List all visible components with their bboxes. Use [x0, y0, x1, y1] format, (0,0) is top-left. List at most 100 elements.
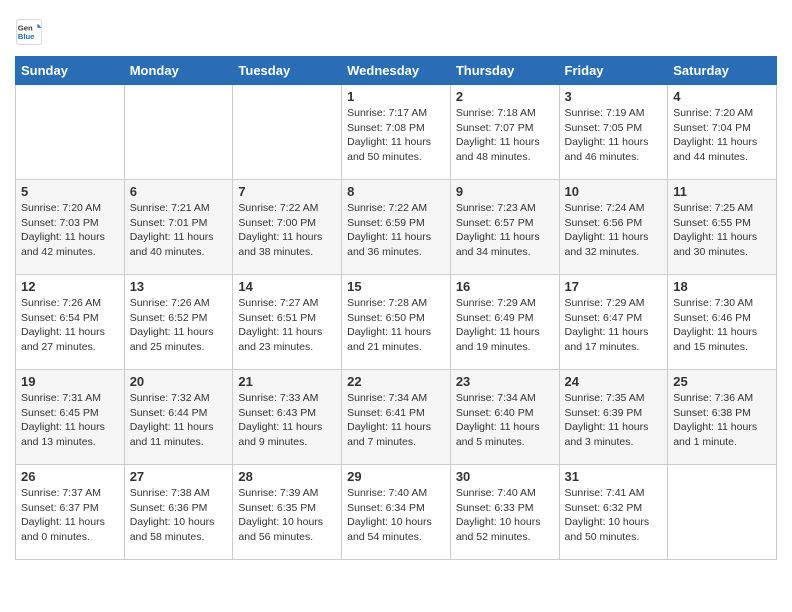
- day-number: 22: [347, 374, 445, 389]
- day-info: Sunrise: 7:36 AM Sunset: 6:38 PM Dayligh…: [673, 391, 771, 450]
- calendar-cell: 25 Sunrise: 7:36 AM Sunset: 6:38 PM Dayli…: [668, 370, 777, 465]
- calendar-cell: 10 Sunrise: 7:24 AM Sunset: 6:56 PM Dayli…: [559, 180, 668, 275]
- calendar-cell: 12 Sunrise: 7:26 AM Sunset: 6:54 PM Dayli…: [16, 275, 125, 370]
- svg-text:Gen: Gen: [18, 24, 33, 33]
- day-info: Sunrise: 7:35 AM Sunset: 6:39 PM Dayligh…: [565, 391, 663, 450]
- calendar-cell: 28 Sunrise: 7:39 AM Sunset: 6:35 PM Dayli…: [233, 465, 342, 560]
- day-number: 29: [347, 469, 445, 484]
- svg-text:Blue: Blue: [18, 32, 35, 41]
- calendar-cell: 21 Sunrise: 7:33 AM Sunset: 6:43 PM Dayli…: [233, 370, 342, 465]
- day-info: Sunrise: 7:20 AM Sunset: 7:04 PM Dayligh…: [673, 106, 771, 165]
- day-info: Sunrise: 7:20 AM Sunset: 7:03 PM Dayligh…: [21, 201, 119, 260]
- day-info: Sunrise: 7:19 AM Sunset: 7:05 PM Dayligh…: [565, 106, 663, 165]
- calendar-cell: 9 Sunrise: 7:23 AM Sunset: 6:57 PM Daylig…: [450, 180, 559, 275]
- calendar-cell: 14 Sunrise: 7:27 AM Sunset: 6:51 PM Dayli…: [233, 275, 342, 370]
- day-info: Sunrise: 7:38 AM Sunset: 6:36 PM Dayligh…: [130, 486, 228, 545]
- day-info: Sunrise: 7:23 AM Sunset: 6:57 PM Dayligh…: [456, 201, 554, 260]
- day-number: 2: [456, 89, 554, 104]
- day-number: 19: [21, 374, 119, 389]
- column-header-tuesday: Tuesday: [233, 57, 342, 85]
- calendar-cell: 17 Sunrise: 7:29 AM Sunset: 6:47 PM Dayli…: [559, 275, 668, 370]
- day-info: Sunrise: 7:37 AM Sunset: 6:37 PM Dayligh…: [21, 486, 119, 545]
- day-number: 3: [565, 89, 663, 104]
- day-number: 26: [21, 469, 119, 484]
- day-info: Sunrise: 7:26 AM Sunset: 6:54 PM Dayligh…: [21, 296, 119, 355]
- calendar-cell: 27 Sunrise: 7:38 AM Sunset: 6:36 PM Dayli…: [124, 465, 233, 560]
- day-number: 18: [673, 279, 771, 294]
- page-header: Gen Blue: [15, 10, 777, 46]
- calendar-cell: 22 Sunrise: 7:34 AM Sunset: 6:41 PM Dayli…: [342, 370, 451, 465]
- column-header-monday: Monday: [124, 57, 233, 85]
- column-header-thursday: Thursday: [450, 57, 559, 85]
- day-info: Sunrise: 7:17 AM Sunset: 7:08 PM Dayligh…: [347, 106, 445, 165]
- calendar-cell: 19 Sunrise: 7:31 AM Sunset: 6:45 PM Dayli…: [16, 370, 125, 465]
- day-info: Sunrise: 7:34 AM Sunset: 6:40 PM Dayligh…: [456, 391, 554, 450]
- calendar-cell: 11Sunrise: 7:25 AM Sunset: 6:55 PM Dayli…: [668, 180, 777, 275]
- day-info: Sunrise: 7:40 AM Sunset: 6:34 PM Dayligh…: [347, 486, 445, 545]
- calendar-table: SundayMondayTuesdayWednesdayThursdayFrid…: [15, 56, 777, 560]
- day-info: Sunrise: 7:29 AM Sunset: 6:47 PM Dayligh…: [565, 296, 663, 355]
- day-number: 23: [456, 374, 554, 389]
- calendar-week-row: 1 Sunrise: 7:17 AM Sunset: 7:08 PM Daylig…: [16, 85, 777, 180]
- calendar-cell: 3 Sunrise: 7:19 AM Sunset: 7:05 PM Daylig…: [559, 85, 668, 180]
- day-number: 15: [347, 279, 445, 294]
- day-number: 31: [565, 469, 663, 484]
- calendar-cell: [124, 85, 233, 180]
- calendar-cell: 20Sunrise: 7:32 AM Sunset: 6:44 PM Dayli…: [124, 370, 233, 465]
- calendar-cell: 2 Sunrise: 7:18 AM Sunset: 7:07 PM Daylig…: [450, 85, 559, 180]
- day-number: 13: [130, 279, 228, 294]
- day-info: Sunrise: 7:33 AM Sunset: 6:43 PM Dayligh…: [238, 391, 336, 450]
- calendar-header-row: SundayMondayTuesdayWednesdayThursdayFrid…: [16, 57, 777, 85]
- calendar-cell: 6 Sunrise: 7:21 AM Sunset: 7:01 PM Daylig…: [124, 180, 233, 275]
- calendar-cell: 30Sunrise: 7:40 AM Sunset: 6:33 PM Dayli…: [450, 465, 559, 560]
- day-info: Sunrise: 7:18 AM Sunset: 7:07 PM Dayligh…: [456, 106, 554, 165]
- day-number: 14: [238, 279, 336, 294]
- calendar-cell: 16Sunrise: 7:29 AM Sunset: 6:49 PM Dayli…: [450, 275, 559, 370]
- calendar-cell: 15 Sunrise: 7:28 AM Sunset: 6:50 PM Dayli…: [342, 275, 451, 370]
- day-number: 20: [130, 374, 228, 389]
- column-header-wednesday: Wednesday: [342, 57, 451, 85]
- day-info: Sunrise: 7:39 AM Sunset: 6:35 PM Dayligh…: [238, 486, 336, 545]
- day-number: 12: [21, 279, 119, 294]
- day-number: 30: [456, 469, 554, 484]
- day-info: Sunrise: 7:22 AM Sunset: 6:59 PM Dayligh…: [347, 201, 445, 260]
- day-number: 17: [565, 279, 663, 294]
- day-number: 10: [565, 184, 663, 199]
- calendar-cell: 23 Sunrise: 7:34 AM Sunset: 6:40 PM Dayli…: [450, 370, 559, 465]
- day-number: 8: [347, 184, 445, 199]
- day-info: Sunrise: 7:34 AM Sunset: 6:41 PM Dayligh…: [347, 391, 445, 450]
- calendar-cell: 31Sunrise: 7:41 AM Sunset: 6:32 PM Dayli…: [559, 465, 668, 560]
- calendar-week-row: 12 Sunrise: 7:26 AM Sunset: 6:54 PM Dayli…: [16, 275, 777, 370]
- day-info: Sunrise: 7:21 AM Sunset: 7:01 PM Dayligh…: [130, 201, 228, 260]
- calendar-cell: [233, 85, 342, 180]
- calendar-cell: 1 Sunrise: 7:17 AM Sunset: 7:08 PM Daylig…: [342, 85, 451, 180]
- day-number: 21: [238, 374, 336, 389]
- calendar-cell: 4 Sunrise: 7:20 AM Sunset: 7:04 PM Daylig…: [668, 85, 777, 180]
- day-info: Sunrise: 7:24 AM Sunset: 6:56 PM Dayligh…: [565, 201, 663, 260]
- day-number: 4: [673, 89, 771, 104]
- calendar-cell: 18Sunrise: 7:30 AM Sunset: 6:46 PM Dayli…: [668, 275, 777, 370]
- day-number: 25: [673, 374, 771, 389]
- calendar-cell: 26 Sunrise: 7:37 AM Sunset: 6:37 PM Dayli…: [16, 465, 125, 560]
- day-number: 24: [565, 374, 663, 389]
- day-number: 11: [673, 184, 771, 199]
- calendar-week-row: 26 Sunrise: 7:37 AM Sunset: 6:37 PM Dayli…: [16, 465, 777, 560]
- calendar-week-row: 5 Sunrise: 7:20 AM Sunset: 7:03 PM Daylig…: [16, 180, 777, 275]
- calendar-cell: 13 Sunrise: 7:26 AM Sunset: 6:52 PM Dayli…: [124, 275, 233, 370]
- day-info: Sunrise: 7:31 AM Sunset: 6:45 PM Dayligh…: [21, 391, 119, 450]
- logo: Gen Blue: [15, 18, 47, 46]
- logo-icon: Gen Blue: [15, 18, 43, 46]
- day-info: Sunrise: 7:22 AM Sunset: 7:00 PM Dayligh…: [238, 201, 336, 260]
- calendar-cell: 24 Sunrise: 7:35 AM Sunset: 6:39 PM Dayli…: [559, 370, 668, 465]
- day-info: Sunrise: 7:27 AM Sunset: 6:51 PM Dayligh…: [238, 296, 336, 355]
- day-info: Sunrise: 7:26 AM Sunset: 6:52 PM Dayligh…: [130, 296, 228, 355]
- day-number: 9: [456, 184, 554, 199]
- day-number: 16: [456, 279, 554, 294]
- calendar-cell: 5 Sunrise: 7:20 AM Sunset: 7:03 PM Daylig…: [16, 180, 125, 275]
- day-number: 1: [347, 89, 445, 104]
- day-number: 28: [238, 469, 336, 484]
- day-number: 6: [130, 184, 228, 199]
- day-number: 27: [130, 469, 228, 484]
- day-number: 5: [21, 184, 119, 199]
- day-info: Sunrise: 7:28 AM Sunset: 6:50 PM Dayligh…: [347, 296, 445, 355]
